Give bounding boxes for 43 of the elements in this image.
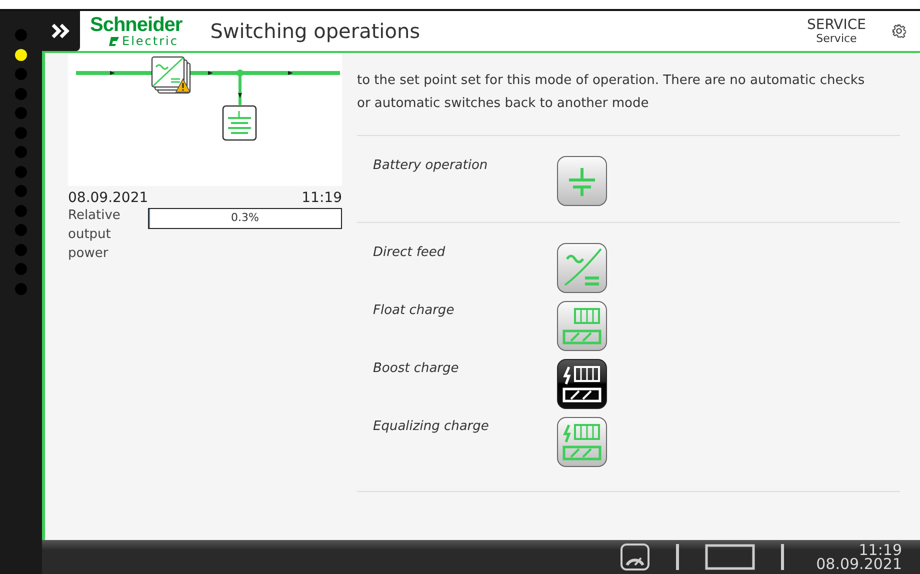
page-dot[interactable] [15, 126, 27, 138]
mode-label: Equalizing charge [373, 418, 490, 434]
double-chevron-icon [51, 23, 71, 39]
footer-time: 11:19 [858, 542, 902, 557]
page-dot[interactable] [15, 48, 27, 60]
status-date: 08.09.2021 [68, 190, 148, 206]
menu-button[interactable] [42, 11, 80, 51]
power-reading: 0.3% [230, 210, 260, 226]
page-dot[interactable] [15, 185, 27, 197]
mode-label: Float charge [373, 302, 456, 318]
notice-text: to the set point set for this mode of operation. There are no automatic checks or automatic switches back to another mode [357, 72, 866, 113]
status-time: 11:19 [302, 190, 342, 206]
battery-icon [222, 105, 257, 141]
page-dot[interactable] [15, 204, 27, 216]
page-dot[interactable] [15, 224, 27, 236]
user-name: Service [816, 32, 857, 44]
settings-icon[interactable] [892, 24, 906, 38]
page-dot[interactable] [15, 282, 27, 294]
brand-name: Schneider [90, 15, 182, 35]
mode-label: Battery operation [373, 157, 489, 173]
power-label: Relative output power [68, 207, 122, 263]
dashboard-button[interactable] [620, 543, 650, 571]
page-dot[interactable] [15, 244, 27, 256]
page-dot[interactable] [15, 68, 27, 80]
converter-icon [152, 56, 190, 94]
page-dot[interactable] [15, 166, 27, 178]
mode-button[interactable] [557, 359, 607, 409]
footer-date: 08.09.2021 [816, 557, 902, 572]
logo-icon [108, 36, 120, 46]
page-title: Switching operations [210, 19, 422, 43]
page-dot[interactable] [15, 88, 27, 100]
rectangle-icon [705, 544, 756, 570]
gauge-icon [620, 543, 650, 571]
brand-subtitle: Electric [122, 35, 178, 47]
user-role: SERVICE [806, 18, 866, 33]
warning-icon [175, 78, 191, 92]
page-dot[interactable] [15, 29, 27, 41]
mode-label: Direct feed [373, 244, 446, 260]
page-dot[interactable] [15, 146, 27, 158]
page-dot[interactable] [15, 107, 27, 119]
window-button[interactable] [705, 544, 756, 570]
page-dot[interactable] [15, 263, 27, 275]
mode-label: Boost charge [373, 360, 460, 376]
